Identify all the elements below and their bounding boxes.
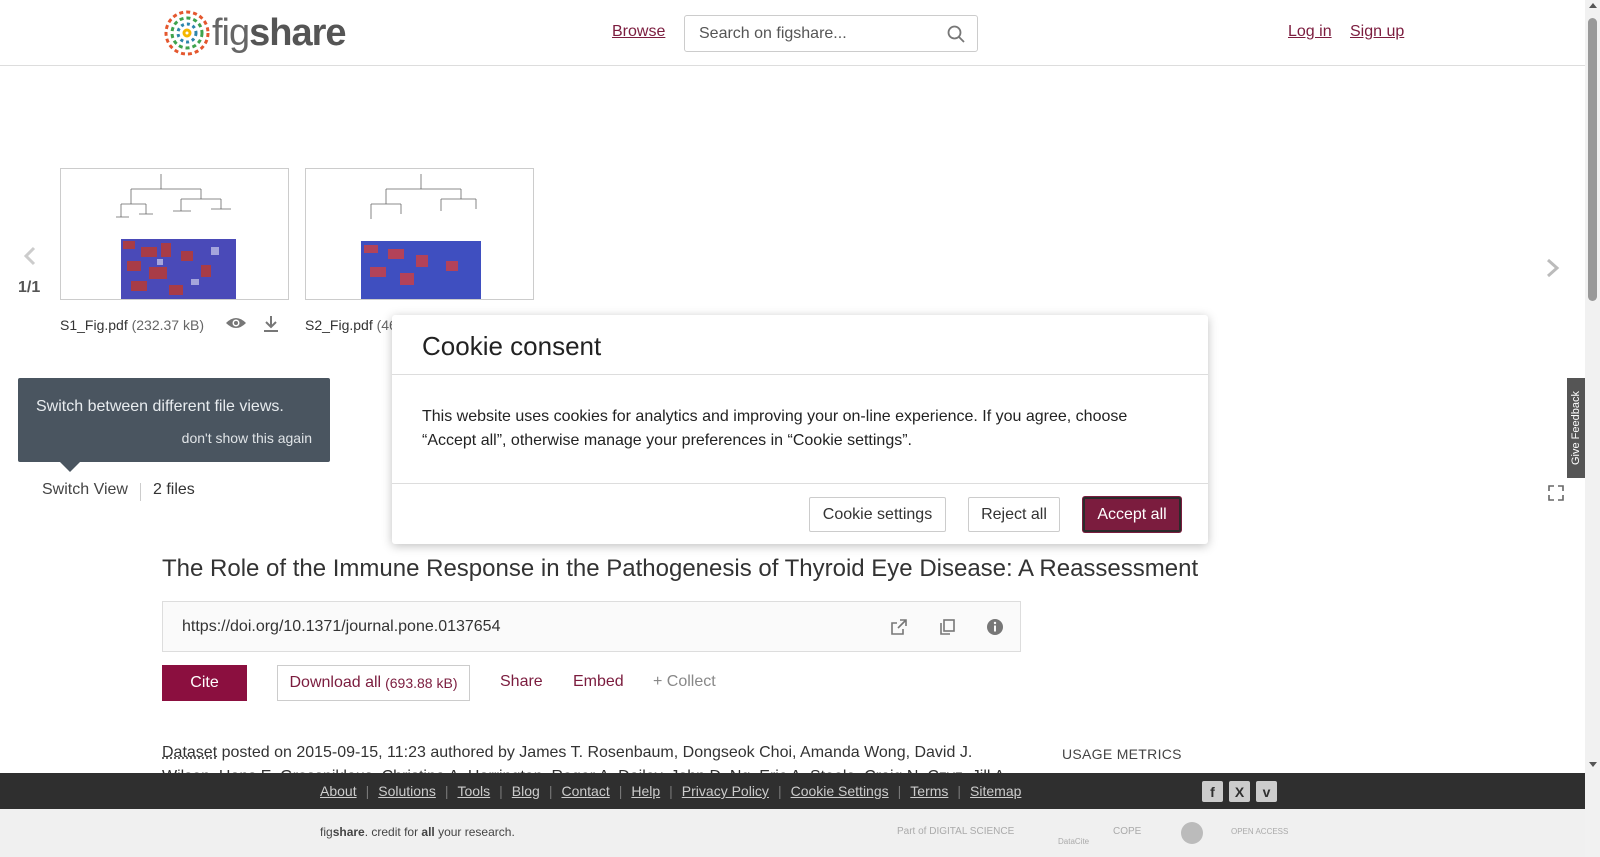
- download-icon[interactable]: [262, 315, 280, 338]
- file-name-s1: S1_Fig.pdf (232.37 kB): [60, 317, 204, 333]
- logo-wordmark: figshare: [212, 12, 347, 54]
- footer-link-tools[interactable]: Tools: [457, 783, 490, 799]
- footer-divider: |: [957, 783, 962, 799]
- footer-nav: About | Solutions | Tools | Blog | Contact | …: [320, 783, 1021, 799]
- usage-metrics-heading: USAGE METRICS: [1062, 746, 1182, 762]
- search-box[interactable]: [684, 15, 978, 52]
- tooltip-text: Switch between different file views.: [36, 398, 284, 415]
- search-input[interactable]: [685, 16, 935, 51]
- digital-science-logo[interactable]: Part of DIGITAL SCIENCE: [897, 826, 1014, 837]
- footer-link-contact[interactable]: Contact: [561, 783, 609, 799]
- footer-links-bar: About | Solutions | Tools | Blog | Contact | …: [0, 773, 1585, 809]
- file-count: 2 files: [153, 481, 195, 498]
- file-thumbnail-s1[interactable]: [60, 168, 289, 300]
- external-link-icon[interactable]: [890, 618, 908, 641]
- reject-all-button[interactable]: Reject all: [968, 497, 1060, 532]
- page-title: The Role of the Immune Response in the P…: [162, 555, 1199, 582]
- footer-link-privacy[interactable]: Privacy Policy: [682, 783, 769, 799]
- footer-bottom: figshare. credit for all your research. …: [0, 809, 1585, 857]
- heatmap-thumbnail: [116, 174, 236, 299]
- footer-link-about[interactable]: About: [320, 783, 357, 799]
- cookie-settings-button[interactable]: Cookie settings: [809, 497, 946, 532]
- open-access-logo[interactable]: OPEN ACCESS: [1231, 827, 1288, 836]
- scroll-up-arrow-icon[interactable]: [1589, 3, 1597, 8]
- footer-divider: |: [669, 783, 673, 799]
- info-icon[interactable]: [986, 618, 1004, 641]
- cookie-consent-modal: Cookie consent This website uses cookies…: [392, 315, 1208, 544]
- x-twitter-icon[interactable]: X: [1229, 781, 1250, 802]
- browse-link[interactable]: Browse: [612, 23, 665, 41]
- footer-link-terms[interactable]: Terms: [910, 783, 948, 799]
- footer-link-blog[interactable]: Blog: [512, 783, 540, 799]
- footer-divider: |: [499, 783, 503, 799]
- accept-all-button[interactable]: Accept all: [1083, 497, 1181, 532]
- scroll-thumb[interactable]: [1588, 18, 1597, 301]
- prev-page-chevron-left-icon[interactable]: [20, 246, 40, 271]
- next-page-chevron-right-icon[interactable]: [1545, 258, 1561, 283]
- datacite-logo[interactable]: DataCite: [1058, 837, 1089, 846]
- login-link[interactable]: Log in: [1288, 23, 1332, 41]
- footer-link-solutions[interactable]: Solutions: [378, 783, 436, 799]
- footer-credit: figshare. credit for all your research.: [320, 825, 515, 839]
- item-type-link[interactable]: Dataset: [162, 744, 217, 761]
- file-thumbnail-s2[interactable]: [305, 168, 534, 300]
- modal-title: Cookie consent: [422, 331, 602, 361]
- footer-link-help[interactable]: Help: [631, 783, 660, 799]
- copy-icon[interactable]: [938, 618, 956, 641]
- facebook-icon[interactable]: f: [1202, 781, 1223, 802]
- footer-divider: |: [618, 783, 623, 799]
- give-feedback-tab[interactable]: Give Feedback: [1567, 378, 1585, 478]
- cite-button[interactable]: Cite: [162, 665, 247, 701]
- signup-link[interactable]: Sign up: [1350, 23, 1404, 41]
- embed-button[interactable]: Embed: [573, 673, 624, 691]
- modal-body-text: This website uses cookies for analytics …: [422, 408, 1128, 449]
- tooltip-arrow: [60, 462, 80, 472]
- cope-logo[interactable]: COPE: [1113, 826, 1141, 837]
- figshare-logo[interactable]: figshare: [162, 8, 347, 58]
- footer-divider: |: [444, 783, 449, 799]
- figshare-logo-icon: [164, 10, 210, 56]
- search-icon[interactable]: [947, 25, 965, 48]
- preview-eye-icon[interactable]: [225, 315, 247, 336]
- file-view-tooltip: Switch between different file views. don…: [18, 378, 330, 462]
- share-button[interactable]: Share: [500, 673, 543, 691]
- item-content: The Role of the Immune Response in the P…: [0, 510, 1585, 785]
- switch-view-button[interactable]: Switch View: [42, 481, 128, 499]
- posted-authors: posted on 2015-09-15, 11:23 authored by …: [217, 744, 973, 761]
- modal-divider: [392, 374, 1208, 375]
- footer-divider: |: [777, 783, 782, 799]
- scroll-down-arrow-icon[interactable]: [1589, 762, 1597, 767]
- footer-divider: |: [897, 783, 902, 799]
- doi-box: https://doi.org/10.1371/journal.pone.013…: [162, 601, 1021, 652]
- footer-divider: |: [548, 783, 553, 799]
- footer-link-sitemap[interactable]: Sitemap: [970, 783, 1021, 799]
- site-header: figshare Browse Log in Sign up: [0, 0, 1585, 66]
- posted-info: Dataset posted on 2015-09-15, 11:23 auth…: [162, 744, 972, 762]
- footer-link-cookie-settings[interactable]: Cookie Settings: [791, 783, 889, 799]
- dont-show-again-link[interactable]: don't show this again: [182, 430, 312, 446]
- file-name-s2: S2_Fig.pdf (46: [305, 317, 397, 333]
- globe-logo-icon[interactable]: [1180, 821, 1204, 848]
- page-scrollbar[interactable]: [1585, 0, 1600, 857]
- modal-divider: [392, 483, 1208, 484]
- page-count: 1/1: [18, 279, 41, 296]
- collect-button[interactable]: + Collect: [653, 673, 716, 691]
- download-all-label: Download all: [289, 674, 382, 691]
- doi-text[interactable]: https://doi.org/10.1371/journal.pone.013…: [182, 618, 500, 636]
- heatmap-thumbnail: [361, 174, 481, 299]
- download-size: (693.88 kB): [385, 675, 458, 691]
- fullscreen-expand-icon[interactable]: [1548, 485, 1564, 506]
- divider: [140, 483, 141, 501]
- vimeo-icon[interactable]: v: [1256, 781, 1277, 802]
- footer-divider: |: [365, 783, 370, 799]
- download-all-button[interactable]: Download all (693.88 kB): [277, 665, 470, 701]
